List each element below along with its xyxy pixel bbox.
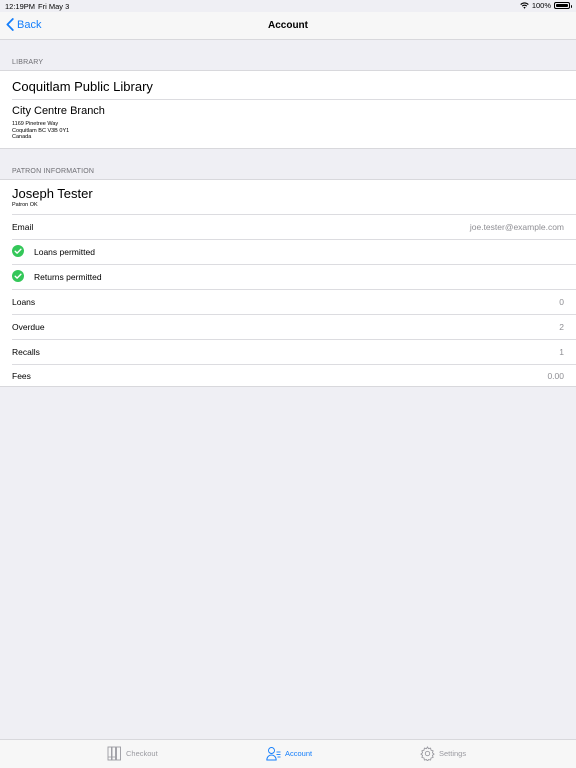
books-icon bbox=[107, 746, 121, 761]
checkmark-circle-icon bbox=[12, 245, 24, 257]
battery-icon bbox=[554, 2, 572, 9]
fees-row[interactable]: Fees 0.00 bbox=[0, 365, 576, 387]
checkmark-circle-icon bbox=[12, 270, 24, 282]
tab-checkout[interactable]: Checkout bbox=[107, 746, 158, 761]
branch-name: City Centre Branch bbox=[12, 105, 105, 117]
recalls-label: Recalls bbox=[12, 347, 40, 357]
email-label: Email bbox=[12, 222, 34, 232]
loans-value: 0 bbox=[559, 297, 564, 307]
battery-percent: 100% bbox=[531, 1, 551, 10]
loans-label: Loans bbox=[12, 297, 36, 307]
recalls-value: 1 bbox=[559, 347, 564, 357]
loans-row[interactable]: Loans 0 bbox=[0, 290, 576, 314]
person-icon bbox=[266, 747, 281, 761]
fees-value: 0.00 bbox=[547, 371, 564, 381]
status-bar: 12:19PM Fri May 3 100% bbox=[0, 0, 576, 12]
loans-permitted-label: Loans permitted bbox=[34, 247, 95, 257]
recalls-row[interactable]: Recalls 1 bbox=[0, 340, 576, 364]
tab-settings[interactable]: Settings bbox=[420, 746, 466, 761]
gear-icon bbox=[420, 746, 435, 761]
patron-section-header: PATRON INFORMATION bbox=[12, 168, 95, 175]
tab-checkout-label: Checkout bbox=[126, 749, 158, 758]
patron-name: Joseph Tester bbox=[12, 186, 93, 201]
tab-account-label: Account bbox=[285, 749, 313, 758]
returns-permitted-row: Returns permitted bbox=[0, 265, 576, 289]
screen: 12:19PM Fri May 3 100% Back Account LIBR… bbox=[0, 0, 576, 768]
wifi-icon bbox=[520, 2, 529, 9]
library-name: Coquitlam Public Library bbox=[12, 79, 153, 94]
library-section-header: LIBRARY bbox=[12, 59, 44, 66]
status-time: 12:19PM bbox=[5, 2, 36, 11]
tab-settings-label: Settings bbox=[439, 749, 467, 758]
navigation-bar: Back Account bbox=[0, 12, 576, 40]
divider bbox=[12, 99, 576, 100]
status-date: Fri May 3 bbox=[38, 2, 70, 11]
returns-permitted-label: Returns permitted bbox=[34, 272, 102, 282]
patron-status: Patron OK bbox=[12, 202, 38, 208]
email-value: joe.tester@example.com bbox=[469, 222, 564, 232]
tab-account[interactable]: Account bbox=[266, 746, 312, 761]
fees-label: Fees bbox=[12, 371, 31, 381]
patron-group: Joseph Tester Patron OK Email joe.tester… bbox=[0, 179, 576, 387]
address-line-3: Canada bbox=[12, 134, 32, 140]
tab-bar: Checkout Account Settings bbox=[0, 739, 576, 768]
email-row[interactable]: Email joe.tester@example.com bbox=[0, 215, 576, 239]
page-title: Account bbox=[268, 20, 308, 31]
overdue-label: Overdue bbox=[12, 322, 45, 332]
loans-permitted-row: Loans permitted bbox=[0, 240, 576, 264]
overdue-row[interactable]: Overdue 2 bbox=[0, 315, 576, 339]
overdue-value: 2 bbox=[559, 322, 564, 332]
status-right: 100% bbox=[520, 1, 572, 10]
library-group: Coquitlam Public Library City Centre Bra… bbox=[0, 70, 576, 149]
